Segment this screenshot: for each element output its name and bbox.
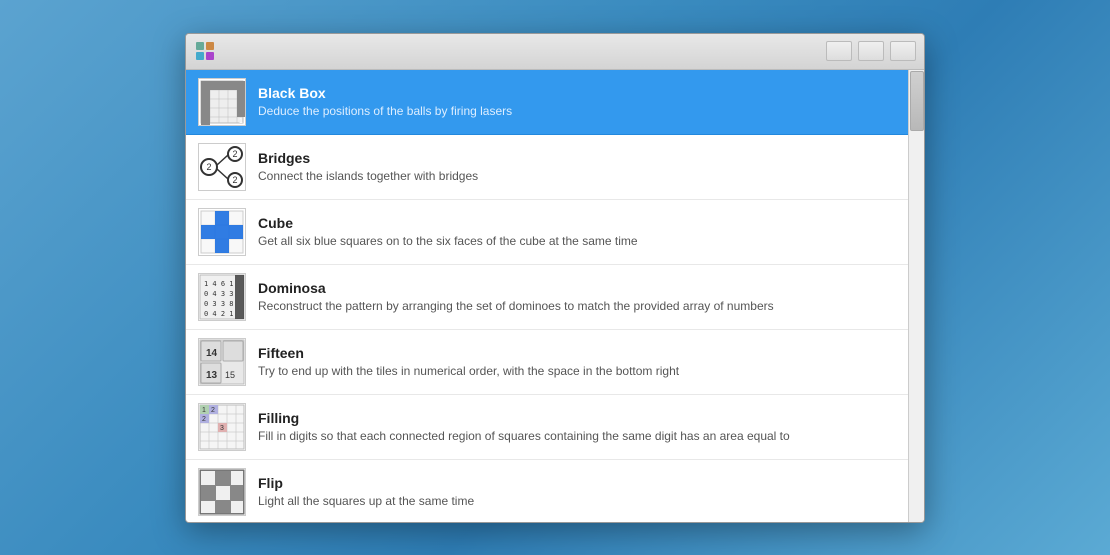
puzzle-info-filling: Filling Fill in digits so that each conne…	[258, 410, 896, 443]
svg-text:13: 13	[206, 370, 218, 381]
puzzle-item-blackbox[interactable]: 1 Black Box Deduce the positions of the b…	[186, 70, 908, 135]
svg-text:1: 1	[202, 407, 206, 414]
maximize-button[interactable]	[858, 41, 884, 61]
puzzle-thumb-cube	[198, 208, 246, 256]
svg-text:2: 2	[211, 407, 215, 414]
window-controls	[826, 41, 916, 61]
puzzle-thumb-fifteen: 14 13 15	[198, 338, 246, 386]
puzzle-name-cube: Cube	[258, 215, 896, 231]
puzzle-name-blackbox: Black Box	[258, 85, 896, 101]
puzzle-name-filling: Filling	[258, 410, 896, 426]
svg-text:0 3 3 8: 0 3 3 8	[204, 300, 234, 308]
puzzle-info-cube: Cube Get all six blue squares on to the s…	[258, 215, 896, 248]
puzzle-item-dominosa[interactable]: 1 4 6 1 0 4 3 3 0 3 3 8 0 4 2 1 Dominosa…	[186, 265, 908, 330]
puzzle-info-fifteen: Fifteen Try to end up with the tiles in n…	[258, 345, 896, 378]
puzzle-name-flip: Flip	[258, 475, 896, 491]
svg-text:0 4 3 3: 0 4 3 3	[204, 290, 234, 298]
puzzle-item-bridges[interactable]: 2 2 2 Bridges Connect the islands togethe…	[186, 135, 908, 200]
svg-text:0 4 2 1: 0 4 2 1	[204, 310, 234, 318]
svg-text:2: 2	[206, 162, 211, 172]
close-button[interactable]	[890, 41, 916, 61]
puzzle-info-flip: Flip Light all the squares up at the same…	[258, 475, 896, 508]
puzzle-desc-bridges: Connect the islands together with bridge…	[258, 169, 896, 183]
app-icon	[194, 40, 216, 62]
puzzle-name-fifteen: Fifteen	[258, 345, 896, 361]
puzzle-name-dominosa: Dominosa	[258, 280, 896, 296]
content-area: 1 Black Box Deduce the positions of the b…	[186, 70, 924, 522]
puzzle-desc-flip: Light all the squares up at the same tim…	[258, 494, 896, 508]
svg-text:1: 1	[239, 118, 243, 125]
puzzle-thumb-blackbox: 1	[198, 78, 246, 126]
puzzle-item-flip[interactable]: Flip Light all the squares up at the same…	[186, 460, 908, 522]
puzzle-desc-fifteen: Try to end up with the tiles in numerica…	[258, 364, 896, 378]
puzzle-thumb-bridges: 2 2 2	[198, 143, 246, 191]
svg-text:2: 2	[232, 175, 237, 185]
minimize-button[interactable]	[826, 41, 852, 61]
svg-text:2: 2	[232, 149, 237, 159]
puzzle-desc-dominosa: Reconstruct the pattern by arranging the…	[258, 299, 896, 313]
scrollbar-thumb[interactable]	[910, 71, 924, 131]
svg-text:14: 14	[206, 348, 218, 359]
puzzle-info-dominosa: Dominosa Reconstruct the pattern by arran…	[258, 280, 896, 313]
svg-text:15: 15	[225, 370, 235, 380]
puzzle-name-bridges: Bridges	[258, 150, 896, 166]
puzzle-list[interactable]: 1 Black Box Deduce the positions of the b…	[186, 70, 908, 522]
puzzle-item-fifteen[interactable]: 14 13 15 Fifteen Try to end up with the t…	[186, 330, 908, 395]
puzzle-item-filling[interactable]: 1 2 2 3 Filling Fill in digits so that ea…	[186, 395, 908, 460]
scrollbar-track[interactable]	[908, 70, 924, 522]
puzzle-thumb-flip	[198, 468, 246, 516]
puzzle-desc-cube: Get all six blue squares on to the six f…	[258, 234, 896, 248]
main-window: 1 Black Box Deduce the positions of the b…	[185, 33, 925, 523]
puzzle-thumb-filling: 1 2 2 3	[198, 403, 246, 451]
puzzle-thumb-dominosa: 1 4 6 1 0 4 3 3 0 3 3 8 0 4 2 1	[198, 273, 246, 321]
titlebar	[186, 34, 924, 70]
puzzle-info-blackbox: Black Box Deduce the positions of the bal…	[258, 85, 896, 118]
puzzle-desc-filling: Fill in digits so that each connected re…	[258, 429, 896, 443]
puzzle-item-cube[interactable]: Cube Get all six blue squares on to the s…	[186, 200, 908, 265]
svg-text:3: 3	[220, 425, 224, 432]
puzzle-info-bridges: Bridges Connect the islands together with…	[258, 150, 896, 183]
puzzle-desc-blackbox: Deduce the positions of the balls by fir…	[258, 104, 896, 118]
svg-text:2: 2	[202, 416, 206, 423]
svg-text:1 4 6 1: 1 4 6 1	[204, 280, 234, 288]
